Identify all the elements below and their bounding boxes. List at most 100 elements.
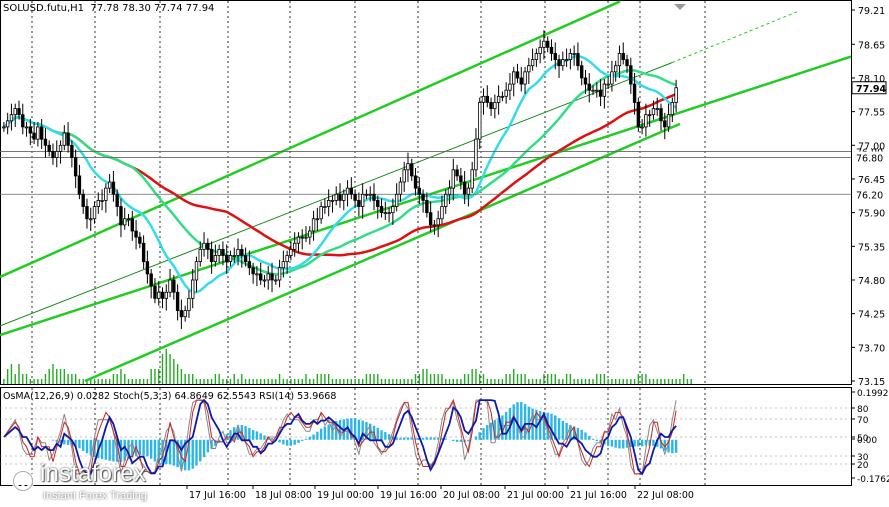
candle-body [636, 102, 641, 128]
candle-body [240, 248, 244, 256]
candle-body [436, 218, 440, 226]
candle-body [478, 102, 482, 140]
candle-body [360, 193, 365, 207]
candle-body [398, 181, 403, 195]
candle-body [2, 126, 6, 129]
candle-body [315, 218, 320, 221]
candle-body [70, 144, 74, 158]
candle-body [663, 120, 667, 128]
candle-body [496, 95, 501, 103]
candle-body [28, 126, 33, 134]
brand-name: instaforex [40, 460, 147, 487]
candle-body [459, 175, 463, 183]
chart-canvas[interactable]: 77.9476.9076.8076.20 79.2178.6578.1077.5… [0, 0, 889, 507]
candle-body [670, 102, 675, 116]
candle-body [289, 248, 293, 256]
candle-body [262, 279, 267, 282]
indicator-tick-label: 0.1992 [857, 389, 889, 399]
candle-body [587, 83, 591, 91]
candle-body [21, 114, 25, 128]
candle-body [493, 102, 497, 109]
time-tick-label: 17 Jul 16:00 [189, 490, 246, 501]
candle-body [564, 59, 569, 61]
candle-body [277, 267, 282, 281]
candle-body [47, 144, 51, 152]
candle-body [100, 199, 104, 202]
candle-body [43, 138, 48, 146]
candle-body [258, 273, 263, 281]
candle-body [36, 126, 40, 140]
candle-body [364, 193, 369, 196]
candle-body [527, 65, 531, 73]
candle-body [387, 212, 391, 215]
candle-body [175, 291, 180, 311]
candle-body [576, 53, 580, 67]
candle-body [32, 132, 36, 140]
indicator-title: OsMA(12,26,9) 0.0282 Stoch(5,3,3) 64.864… [3, 391, 336, 402]
time-axis: 17 Jul 16:00 18 Jul 08:00 19 Jul 00:00 19 J… [186, 485, 694, 501]
main-chart-frame [0, 0, 852, 385]
candle-body [9, 114, 14, 122]
candle-body [123, 218, 127, 226]
time-tick-label: 19 Jul 00:00 [317, 490, 374, 501]
price-tick-label: 75.35 [858, 242, 885, 253]
candle-body [523, 71, 527, 85]
candle-body [349, 187, 354, 195]
candle-body [153, 285, 157, 299]
candle-body [632, 83, 637, 103]
candle-body [444, 193, 448, 207]
candle-body [168, 279, 172, 293]
candle-body [191, 279, 195, 299]
candle-body [530, 59, 535, 67]
price-tick-label: 74.25 [858, 310, 885, 321]
candle-body [391, 206, 395, 214]
candle-body [466, 187, 471, 195]
ohlc-text: 77.78 78.30 77.74 77.94 [90, 3, 215, 14]
candle-body [485, 95, 489, 103]
logo-mark-icon [7, 464, 39, 498]
candle-body [145, 261, 150, 275]
candle-body [553, 53, 557, 60]
candle-body [606, 83, 610, 86]
candle-body [451, 169, 455, 189]
candle-body [270, 273, 274, 281]
stoch-label: Stoch(5,3,3) 64.8649 62.5543 [113, 391, 257, 402]
candle-body [610, 71, 614, 85]
candle-body [198, 248, 202, 263]
candle-body [534, 53, 539, 60]
candle-body [583, 77, 588, 85]
candle-body [89, 218, 93, 221]
time-tick-label: 21 Jul 00:00 [507, 490, 564, 501]
candle-body [164, 291, 168, 299]
candle-body [334, 193, 338, 201]
candle-body [39, 126, 44, 140]
indicator-tick-label: 0.00 [857, 436, 877, 446]
candle-body [674, 87, 678, 103]
price-tick-label: 76.45 [858, 175, 885, 186]
candle-body [183, 310, 187, 318]
candle-body [595, 89, 599, 92]
candle-body [410, 163, 414, 177]
candle-body [160, 291, 165, 299]
candle-body [308, 230, 312, 238]
candle-body [512, 71, 516, 85]
candle-body [206, 242, 210, 250]
price-tick-label: 75.90 [858, 209, 885, 220]
price-tick-label: 79.21 [858, 6, 885, 17]
indicator-tick-label: 80 [857, 405, 869, 415]
candle-body [213, 255, 218, 263]
candle-body [368, 193, 372, 196]
candle-body [232, 255, 236, 257]
price-label: 76.80 [856, 154, 883, 165]
candle-body [338, 193, 342, 201]
time-tick-label: 22 Jul 08:00 [637, 490, 694, 501]
candle-body [508, 83, 512, 91]
candle-body [421, 193, 425, 201]
candle-body [542, 40, 546, 48]
candle-body [481, 95, 486, 103]
candle-body [629, 65, 633, 85]
candle-body [73, 157, 78, 177]
candle-body [432, 224, 437, 227]
candle-body [51, 151, 55, 158]
candle-body [107, 181, 112, 189]
